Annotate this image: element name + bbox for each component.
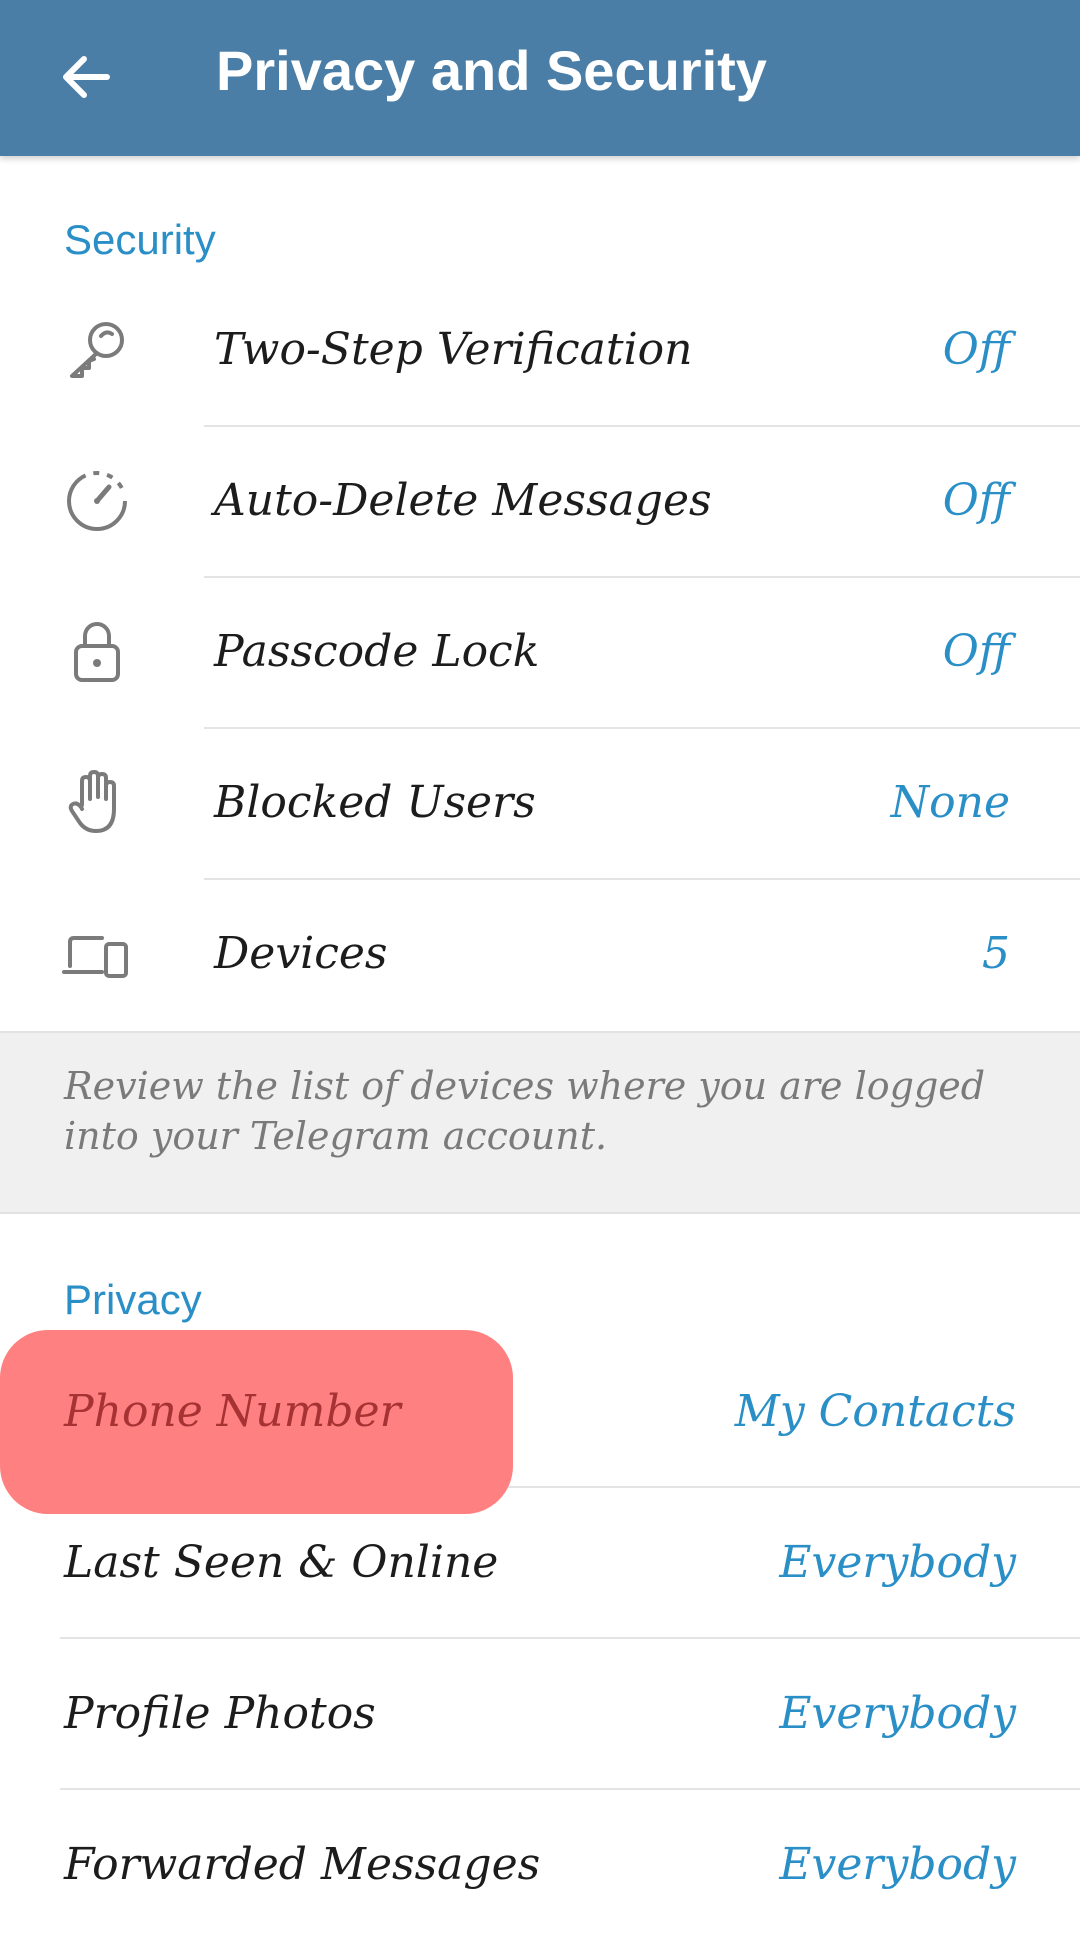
two-step-verification-value: Off bbox=[942, 324, 1010, 375]
passcode-lock-label: Passcode Lock bbox=[214, 626, 540, 677]
devices-info-text: Review the list of devices where you are… bbox=[64, 1064, 986, 1158]
auto-delete-messages-label: Auto-Delete Messages bbox=[214, 475, 712, 526]
blocked-users-value: None bbox=[890, 777, 1010, 828]
profile-photos-value: Everybody bbox=[779, 1688, 1016, 1739]
privacy-section-header: Privacy bbox=[64, 1276, 202, 1323]
devices-row[interactable]: Devices 5 bbox=[0, 876, 1080, 1027]
devices-label: Devices bbox=[214, 928, 388, 979]
timer-icon bbox=[62, 465, 132, 535]
key-icon bbox=[62, 314, 132, 384]
page-title: Privacy and Security bbox=[216, 39, 767, 102]
auto-delete-messages-value: Off bbox=[942, 475, 1010, 526]
security-section-header: Security bbox=[64, 216, 216, 263]
hand-icon bbox=[62, 767, 132, 837]
forwarded-messages-label: Forwarded Messages bbox=[64, 1839, 541, 1890]
devices-value: 5 bbox=[982, 928, 1010, 979]
last-seen-online-label: Last Seen & Online bbox=[64, 1537, 499, 1588]
forwarded-messages-value: Everybody bbox=[779, 1839, 1016, 1890]
passcode-lock-row[interactable]: Passcode Lock Off bbox=[0, 574, 1080, 725]
profile-photos-label: Profile Photos bbox=[64, 1688, 376, 1739]
two-step-verification-row[interactable]: Two-Step Verification Off bbox=[0, 272, 1080, 423]
blocked-users-label: Blocked Users bbox=[214, 777, 536, 828]
forwarded-messages-row[interactable]: Forwarded Messages Everybody bbox=[0, 1787, 1080, 1938]
devices-icon bbox=[62, 918, 132, 988]
passcode-lock-value: Off bbox=[942, 626, 1010, 677]
profile-photos-row[interactable]: Profile Photos Everybody bbox=[0, 1636, 1080, 1787]
phone-number-label: Phone Number bbox=[64, 1386, 401, 1437]
phone-number-row[interactable]: Phone Number My Contacts bbox=[0, 1334, 1080, 1485]
back-button[interactable] bbox=[40, 32, 130, 122]
lock-icon bbox=[62, 616, 132, 686]
app-bar: Privacy and Security bbox=[0, 0, 1080, 156]
devices-info-box: Review the list of devices where you are… bbox=[0, 1031, 1080, 1214]
arrow-left-icon bbox=[63, 56, 110, 98]
auto-delete-messages-row[interactable]: Auto-Delete Messages Off bbox=[0, 423, 1080, 574]
two-step-verification-label: Two-Step Verification bbox=[214, 324, 693, 375]
phone-number-value: My Contacts bbox=[734, 1386, 1016, 1437]
blocked-users-row[interactable]: Blocked Users None bbox=[0, 725, 1080, 876]
last-seen-online-value: Everybody bbox=[779, 1537, 1016, 1588]
